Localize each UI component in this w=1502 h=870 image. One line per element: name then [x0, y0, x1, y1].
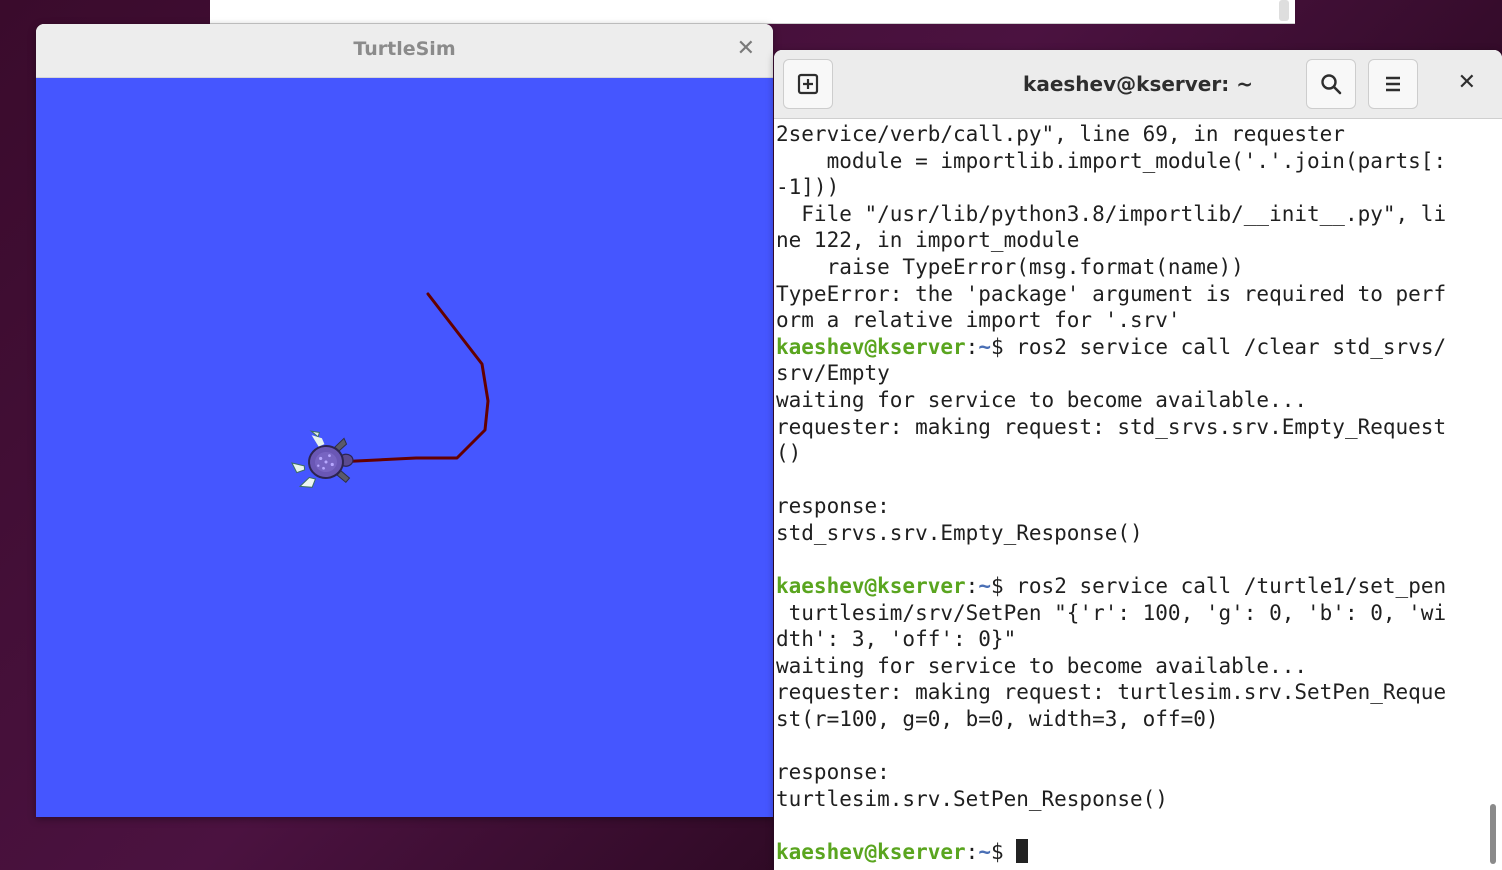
prompt-dollar: $: [990, 840, 1004, 865]
terminal-window: kaeshev@kserver: ~ ✕ 2service/verb/call.…: [774, 50, 1502, 870]
terminal-headerbar[interactable]: kaeshev@kserver: ~ ✕: [774, 50, 1502, 119]
hamburger-menu-icon: [1386, 76, 1400, 92]
prompt-separator: :: [965, 334, 979, 359]
terminal-output-line: turtlesim.srv.SetPen_Response(): [776, 786, 1168, 811]
terminal-scroll-thumb[interactable]: [1490, 804, 1496, 864]
prompt-path: ~: [978, 574, 991, 599]
terminal-output-line: requester: making request: turtlesim.srv…: [776, 680, 1447, 705]
terminal-scrollbar[interactable]: [1486, 120, 1498, 870]
terminal-output-line: 2service/verb/call.py", line 69, in requ…: [776, 122, 1345, 146]
terminal-output-line: dth': 3, 'off': 0}": [776, 627, 1017, 652]
prompt-user: kaeshev@kserver: [776, 840, 966, 865]
terminal-output-line: -1])): [776, 175, 840, 200]
background-scrollbar[interactable]: [1279, 0, 1289, 21]
command-text: [1004, 840, 1017, 864]
terminal-output-line: File "/usr/lib/python3.8/importlib/__ini…: [776, 201, 1447, 226]
search-icon: [1321, 74, 1342, 95]
menu-button[interactable]: [1368, 59, 1418, 109]
terminal-output-line: response:: [776, 760, 890, 785]
terminal-output-line: raise TypeError(msg.format(name)): [776, 254, 1244, 279]
terminal-output-line: std_srvs.srv.Empty_Response(): [776, 520, 1143, 545]
terminal-prompt-line: kaeshev@kserver:~$: [776, 839, 1478, 866]
terminal-output-line: TypeError: the 'package' argument is req…: [776, 281, 1447, 306]
terminal-output-line: turtlesim/srv/SetPen "{'r': 100, 'g': 0,…: [776, 600, 1447, 625]
background-window: [210, 0, 1295, 24]
turtlesim-canvas: [36, 78, 773, 817]
terminal-prompt-line: kaeshev@kserver:~$ ros2 service call /tu…: [776, 573, 1478, 600]
terminal-prompt-line: kaeshev@kserver:~$ ros2 service call /cl…: [776, 334, 1478, 361]
turtle-sprite: [291, 430, 354, 488]
search-button[interactable]: [1306, 59, 1356, 109]
turtlesim-window: TurtleSim ✕: [36, 24, 773, 817]
prompt-separator: :: [965, 840, 979, 865]
pen-trail: [334, 292, 490, 464]
terminal-output-line: srv/Empty: [776, 361, 890, 386]
terminal-output-line: orm a relative import for '.srv': [776, 308, 1181, 333]
text-cursor: [1016, 839, 1029, 864]
close-icon[interactable]: ✕: [737, 36, 755, 61]
prompt-user: kaeshev@kserver: [776, 334, 966, 359]
command-text: ros2 service call /turtle1/set_pen: [1003, 574, 1447, 599]
terminal-output-line: requester: making request: std_srvs.srv.…: [776, 414, 1447, 439]
terminal-output-line: waiting for service to become available.…: [776, 387, 1308, 412]
terminal-output[interactable]: 2service/verb/call.py", line 69, in requ…: [774, 119, 1478, 870]
terminal-output-line: ne 122, in import_module: [776, 228, 1080, 253]
terminal-output-line: (): [776, 441, 802, 466]
prompt-dollar: $: [990, 574, 1004, 599]
command-text: ros2 service call /clear std_srvs/: [1003, 334, 1447, 359]
prompt-user: kaeshev@kserver: [776, 574, 966, 599]
turtlesim-titlebar[interactable]: TurtleSim ✕: [36, 24, 773, 78]
terminal-output-line: waiting for service to become available.…: [776, 653, 1308, 678]
prompt-dollar: $: [990, 334, 1004, 359]
prompt-path: ~: [978, 840, 991, 865]
terminal-output-line: response:: [776, 494, 890, 519]
prompt-separator: :: [965, 574, 979, 599]
close-icon[interactable]: ✕: [1458, 70, 1476, 95]
turtlesim-title: TurtleSim: [353, 38, 456, 60]
terminal-output-line: st(r=100, g=0, b=0, width=3, off=0): [776, 707, 1219, 732]
turtle-canvas-drawing: [291, 292, 490, 488]
prompt-path: ~: [978, 334, 991, 359]
terminal-output-line: module = importlib.import_module('.'.joi…: [776, 148, 1447, 173]
